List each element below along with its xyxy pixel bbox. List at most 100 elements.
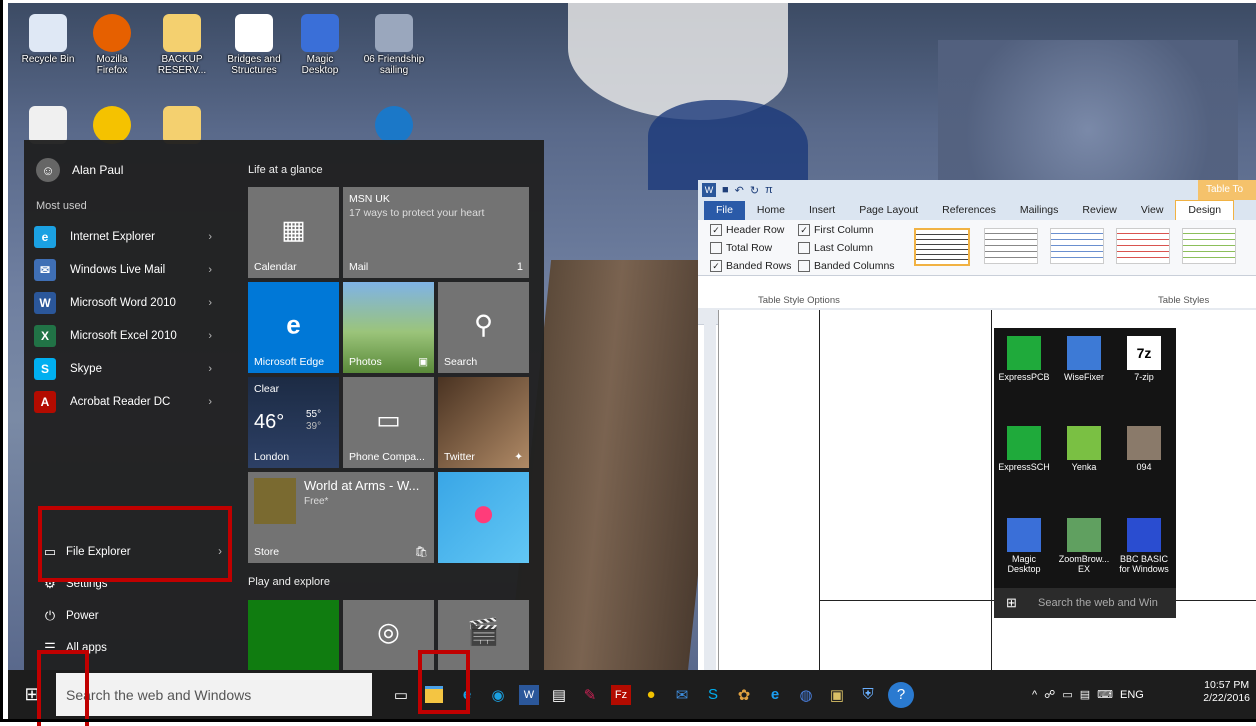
- photos-icon: ▣: [418, 356, 428, 368]
- tab-review[interactable]: Review: [1070, 201, 1128, 220]
- globe-icon[interactable]: ◍: [791, 680, 821, 710]
- document-icon: [29, 106, 67, 144]
- bbc-basic-icon: [1127, 518, 1161, 552]
- paint-icon[interactable]: ✎: [575, 680, 605, 710]
- table-style-swatch[interactable]: [1050, 228, 1104, 264]
- tab-page-layout[interactable]: Page Layout: [847, 201, 930, 220]
- app-microsoft-excel[interactable]: X Microsoft Excel 2010 ›: [28, 319, 218, 352]
- game-icon[interactable]: ✿: [729, 680, 759, 710]
- system-clock[interactable]: 10:57 PM 2/22/2016: [1203, 679, 1250, 705]
- battery-icon[interactable]: ▭: [1062, 688, 1072, 701]
- table-border: [819, 310, 820, 670]
- app-internet-explorer[interactable]: e Internet Explorer ›: [28, 220, 218, 253]
- tile-store[interactable]: World at Arms - W... Free* Store 🛍: [248, 472, 434, 563]
- search-icon: ⚲: [473, 308, 494, 339]
- taskbar-search-input[interactable]: Search the web and Windows: [56, 673, 372, 716]
- tab-mailings[interactable]: Mailings: [1008, 201, 1071, 220]
- mail-icon: ✉: [34, 258, 56, 281]
- table-style-swatch[interactable]: [1116, 228, 1170, 264]
- desktop-icon-magic-desktop[interactable]: Magic Desktop: [288, 14, 352, 76]
- desktop-icon-bridges[interactable]: Bridges and Structures: [222, 14, 286, 76]
- network-icon[interactable]: ☍: [1044, 688, 1055, 701]
- chevron-right-icon[interactable]: ›: [208, 264, 212, 276]
- header-row-checkbox[interactable]: ✓ Header Row: [710, 224, 784, 236]
- desktop-icon-firefox[interactable]: Mozilla Firefox: [80, 14, 144, 76]
- task-view-icon[interactable]: ▭: [386, 680, 416, 710]
- user-account[interactable]: ☺ Alan Paul: [36, 156, 123, 184]
- app-acrobat-reader[interactable]: A Acrobat Reader DC ›: [28, 385, 218, 418]
- total-row-checkbox[interactable]: Total Row: [710, 242, 772, 254]
- skype-icon[interactable]: S: [698, 680, 728, 710]
- photo-viewer-icon[interactable]: ▣: [822, 680, 852, 710]
- chevron-right-icon[interactable]: ›: [208, 330, 212, 342]
- desktop-icon-friendship[interactable]: 06 Friendship sailing: [362, 14, 426, 76]
- banded-rows-checkbox[interactable]: ✓ Banded Rows: [710, 260, 791, 272]
- chrome-icon[interactable]: ●: [636, 680, 666, 710]
- desktop-icon-recycle-bin[interactable]: Recycle Bin: [16, 14, 80, 65]
- frame-border-left: [0, 0, 3, 722]
- tab-insert[interactable]: Insert: [797, 201, 847, 220]
- doc-search-bar: ⊞ Search the web and Win: [994, 588, 1176, 618]
- keyboard-icon[interactable]: ⌨: [1097, 688, 1113, 701]
- tile-search[interactable]: ⚲ Search: [438, 282, 529, 373]
- tab-design[interactable]: Design: [1175, 200, 1235, 220]
- shield-icon[interactable]: ⛨: [853, 680, 883, 710]
- desktop-icons: Recycle Bin Mozilla Firefox BACKUP RESER…: [16, 6, 536, 144]
- chevron-right-icon[interactable]: ›: [208, 297, 212, 309]
- tab-home[interactable]: Home: [745, 201, 797, 220]
- calendar-icon: ▦: [281, 213, 306, 244]
- tile-twitter[interactable]: Twitter ✦: [438, 377, 529, 468]
- last-column-checkbox[interactable]: Last Column: [798, 242, 873, 254]
- word-icon[interactable]: W: [519, 684, 539, 705]
- table-style-swatch[interactable]: [984, 228, 1038, 264]
- clock-time: 10:57 PM: [1204, 679, 1250, 691]
- tab-view[interactable]: View: [1129, 201, 1176, 220]
- filezilla-icon[interactable]: Fz: [611, 684, 631, 705]
- tile-mail-msn[interactable]: MSN UK 17 ways to protect your heart Mai…: [343, 187, 529, 278]
- app-windows-live-mail[interactable]: ✉ Windows Live Mail ›: [28, 253, 218, 286]
- wisefixer-icon: [1067, 336, 1101, 370]
- action-center-icon[interactable]: ▤: [1080, 688, 1090, 701]
- system-tray: ^ ☍ ▭ ▤ ⌨ ENG: [1032, 670, 1151, 719]
- tile-photos[interactable]: Photos ▣: [343, 282, 434, 373]
- tab-references[interactable]: References: [930, 201, 1008, 220]
- tile-edge[interactable]: e Microsoft Edge: [248, 282, 339, 373]
- tab-file[interactable]: File: [704, 201, 745, 220]
- undo-icon[interactable]: ↶: [735, 184, 744, 197]
- tile-candy-crush[interactable]: ●: [438, 472, 529, 563]
- table-style-swatch[interactable]: [914, 228, 970, 266]
- table-style-options-label: Table Style Options: [758, 295, 840, 306]
- power-item[interactable]: ⏻ Power: [28, 600, 228, 632]
- language-indicator[interactable]: ENG: [1120, 689, 1144, 701]
- tile-calendar[interactable]: ▦ Calendar: [248, 187, 339, 278]
- table-style-swatch[interactable]: [1182, 228, 1236, 264]
- photo-icon: [375, 14, 413, 52]
- vertical-ruler[interactable]: [704, 310, 716, 670]
- checkbox-checked-icon: ✓: [798, 224, 810, 236]
- edge-icon[interactable]: e: [760, 680, 790, 710]
- skype-icon[interactable]: ◉: [483, 680, 513, 710]
- chevron-right-icon[interactable]: ›: [208, 363, 212, 375]
- first-column-checkbox[interactable]: ✓ First Column: [798, 224, 874, 236]
- equation-icon[interactable]: π: [765, 184, 773, 196]
- tile-phone-companion[interactable]: ▭ Phone Compa...: [343, 377, 434, 468]
- word-app-icon[interactable]: W: [702, 183, 716, 197]
- play-and-explore-heading: Play and explore: [248, 576, 330, 588]
- desktop-icon-backup[interactable]: BACKUP RESERV...: [150, 14, 214, 76]
- app-microsoft-word[interactable]: W Microsoft Word 2010 ›: [28, 286, 218, 319]
- help-icon[interactable]: ?: [888, 681, 914, 708]
- checkbox-checked-icon: ✓: [710, 224, 722, 236]
- highlight-file-explorer: [38, 506, 232, 582]
- chevron-up-icon[interactable]: ^: [1032, 689, 1037, 701]
- save-icon[interactable]: ■: [722, 184, 729, 196]
- redo-icon[interactable]: ↻: [750, 184, 759, 197]
- app-skype[interactable]: S Skype ›: [28, 352, 218, 385]
- power-icon: ⏻: [44, 608, 56, 623]
- chevron-right-icon[interactable]: ›: [208, 396, 212, 408]
- store-icon[interactable]: ▤: [544, 680, 574, 710]
- mail-icon[interactable]: ✉: [667, 680, 697, 710]
- banded-columns-checkbox[interactable]: Banded Columns: [798, 260, 895, 272]
- chevron-right-icon[interactable]: ›: [208, 231, 212, 243]
- tile-weather[interactable]: Clear 46° 55° 39° London: [248, 377, 339, 468]
- tile-minecraft[interactable]: [248, 600, 339, 670]
